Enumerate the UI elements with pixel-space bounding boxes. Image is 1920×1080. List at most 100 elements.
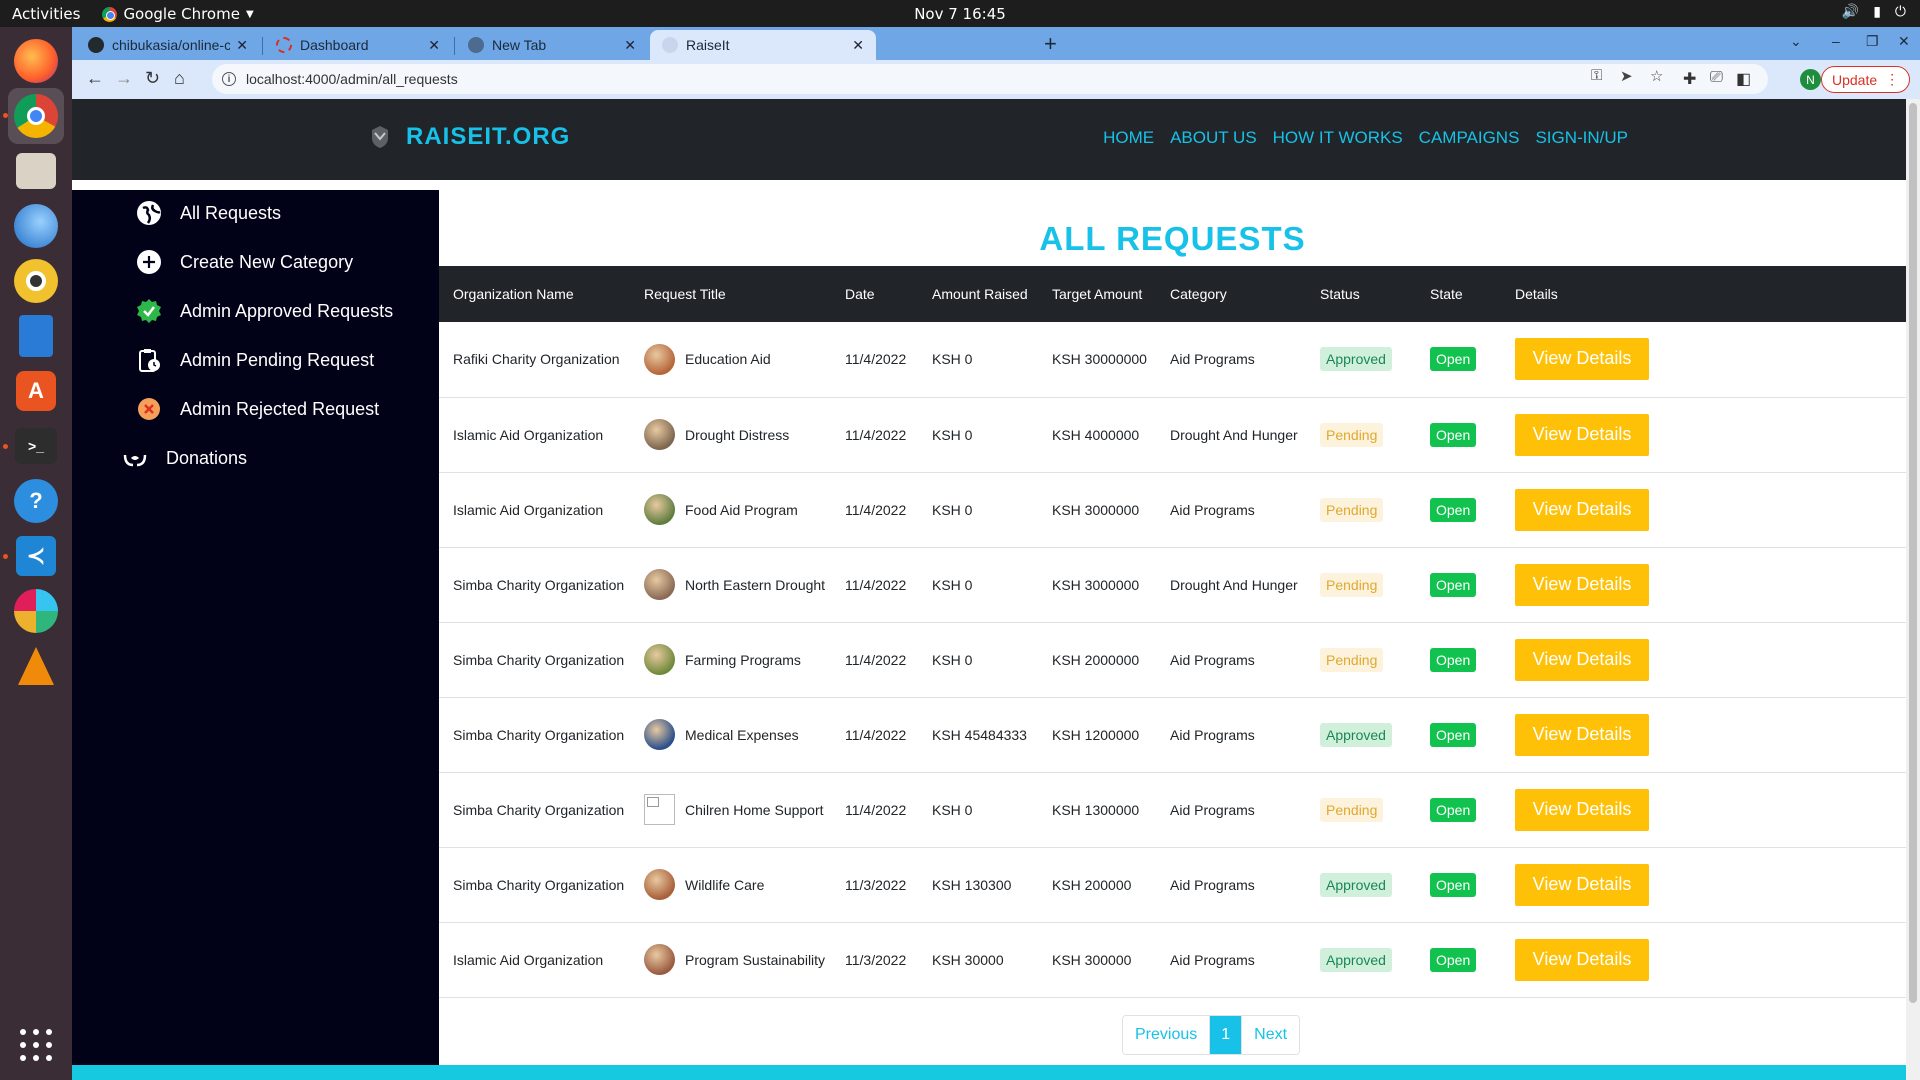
browser-tab[interactable]: chibukasia/online-charity ✕ [76, 30, 260, 60]
dock-terminal[interactable]: >_ [8, 418, 64, 474]
category-cell: Aid Programs [1170, 951, 1255, 968]
clock[interactable]: Nov 7 16:45 [0, 5, 1920, 23]
sidebar-item-approved-requests[interactable]: Admin Approved Requests [136, 298, 393, 324]
close-icon[interactable]: ✕ [852, 37, 864, 54]
scrollbar-thumb[interactable] [1909, 103, 1917, 1003]
request-thumbnail [644, 494, 675, 525]
sidebar-item-pending-requests[interactable]: Admin Pending Request [136, 347, 374, 373]
nav-home[interactable]: HOME [1103, 128, 1154, 148]
status-cell: Pending [1306, 397, 1416, 472]
table-row: Simba Charity Organization Medical Expens… [439, 697, 1906, 772]
back-arrow-icon[interactable]: ← [86, 68, 104, 89]
reload-icon[interactable]: ↻ [145, 68, 160, 89]
app-menu[interactable]: Google Chrome ▼ [102, 5, 254, 23]
pagination-next[interactable]: Next [1242, 1016, 1300, 1054]
sidebar-item-create-category[interactable]: Create New Category [136, 249, 353, 275]
status-cell: Approved [1306, 922, 1416, 997]
bookmark-star-icon[interactable]: ☆ [1650, 67, 1663, 85]
column-header: Status [1320, 286, 1360, 302]
tab-search-chevron-icon[interactable]: ⌄ [1790, 33, 1802, 50]
dock-software[interactable]: A [8, 363, 64, 419]
request-thumbnail [644, 794, 675, 825]
state-cell: Open [1416, 922, 1501, 997]
state-cell: Open [1416, 622, 1501, 697]
state-badge: Open [1430, 797, 1477, 822]
dock-rhythmbox[interactable] [8, 253, 64, 309]
view-details-button[interactable]: View Details [1515, 863, 1649, 906]
x-circle-icon [136, 396, 162, 422]
sidebar-item-all-requests[interactable]: All Requests [136, 200, 281, 226]
view-details-button[interactable]: View Details [1515, 338, 1649, 381]
key-icon[interactable]: ⚿ [1591, 67, 1602, 84]
state-cell: Open [1416, 322, 1501, 397]
side-panel-icon[interactable]: ◧ [1736, 69, 1751, 89]
profile-avatar[interactable]: N [1800, 69, 1821, 90]
request-thumbnail [644, 644, 675, 675]
view-details-button[interactable]: View Details [1515, 713, 1649, 756]
view-details-button[interactable]: View Details [1515, 488, 1649, 531]
amount-raised-cell: KSH 130300 [932, 876, 1012, 893]
loading-icon [276, 37, 292, 53]
activities-button[interactable]: Activities [12, 5, 80, 23]
browser-tab-active[interactable]: RaiseIt ✕ [650, 30, 876, 60]
table-row: Simba Charity Organization Wildlife Care 1… [439, 847, 1906, 922]
view-details-button[interactable]: View Details [1515, 638, 1649, 681]
forward-arrow-icon[interactable]: → [115, 68, 133, 89]
system-tray[interactable]: 🔊 ▮ ⏻ [1842, 4, 1906, 20]
view-details-button[interactable]: View Details [1515, 938, 1649, 981]
dock-vlc[interactable] [8, 638, 64, 694]
brand[interactable]: RAISEIT.ORG [368, 123, 570, 151]
dock-help[interactable]: ? [8, 473, 64, 529]
update-label: Update [1832, 71, 1878, 88]
dock-firefox[interactable] [8, 33, 64, 89]
state-cell: Open [1416, 697, 1501, 772]
pagination-previous[interactable]: Previous [1123, 1016, 1211, 1054]
nav-about-us[interactable]: ABOUT US [1170, 128, 1257, 148]
show-applications-icon[interactable] [20, 1029, 52, 1061]
sidebar-item-rejected-requests[interactable]: Admin Rejected Request [136, 396, 379, 422]
address-bar[interactable]: i localhost:4000/admin/all_requests [212, 64, 1768, 94]
view-details-button[interactable]: View Details [1515, 788, 1649, 831]
request-title: Food Aid Program [685, 501, 798, 518]
date-cell: 11/3/2022 [845, 876, 907, 893]
restore-icon[interactable]: ❐ [1866, 33, 1879, 50]
request-title-cell: Education Aid [630, 322, 831, 397]
vscode-icon: ≺ [16, 536, 56, 576]
site-info-icon[interactable]: i [222, 72, 236, 86]
nav-sign-in-up[interactable]: SIGN-IN/UP [1535, 128, 1628, 148]
close-icon[interactable]: ✕ [236, 37, 248, 54]
close-icon[interactable]: ✕ [428, 37, 440, 54]
request-thumbnail [644, 944, 675, 975]
nav-campaigns[interactable]: CAMPAIGNS [1419, 128, 1520, 148]
send-icon[interactable]: ➤ [1620, 67, 1633, 85]
close-icon[interactable]: ✕ [624, 37, 636, 54]
dock-thunderbird[interactable] [8, 198, 64, 254]
dock-writer[interactable] [8, 308, 64, 364]
home-icon[interactable]: ⌂ [174, 68, 185, 89]
battery-icon: ▮ [1873, 4, 1881, 20]
dock-vscode[interactable]: ≺ [8, 528, 64, 584]
status-badge: Approved [1320, 947, 1392, 972]
page-scrollbar[interactable] [1906, 99, 1920, 1080]
sidebar-item-donations[interactable]: Donations [122, 445, 247, 471]
new-tab-plus-icon[interactable]: + [1044, 31, 1057, 57]
dock-slack[interactable] [8, 583, 64, 639]
sidebar-item-label: Admin Rejected Request [180, 398, 380, 419]
dock-chrome[interactable] [8, 88, 64, 144]
window-close-icon[interactable]: ✕ [1898, 33, 1910, 50]
pagination-current-page[interactable]: 1 [1210, 1016, 1243, 1054]
browser-tab[interactable]: Dashboard ✕ [264, 30, 452, 60]
state-badge: Open [1430, 722, 1477, 747]
tab-separator [262, 37, 263, 55]
browser-tab[interactable]: New Tab ✕ [456, 30, 648, 60]
cast-icon[interactable]: ⎚ [1710, 69, 1723, 87]
dock-files[interactable] [8, 143, 64, 199]
update-button[interactable]: Update ⋮ [1821, 66, 1911, 93]
view-details-button[interactable]: View Details [1515, 413, 1649, 456]
category-cell: Aid Programs [1170, 651, 1255, 668]
state-badge: Open [1430, 647, 1477, 672]
view-details-button[interactable]: View Details [1515, 563, 1649, 606]
minimize-icon[interactable]: – [1832, 33, 1840, 49]
nav-how-it-works[interactable]: HOW IT WORKS [1273, 128, 1403, 148]
extensions-puzzle-icon[interactable]: ✚ [1683, 69, 1696, 89]
